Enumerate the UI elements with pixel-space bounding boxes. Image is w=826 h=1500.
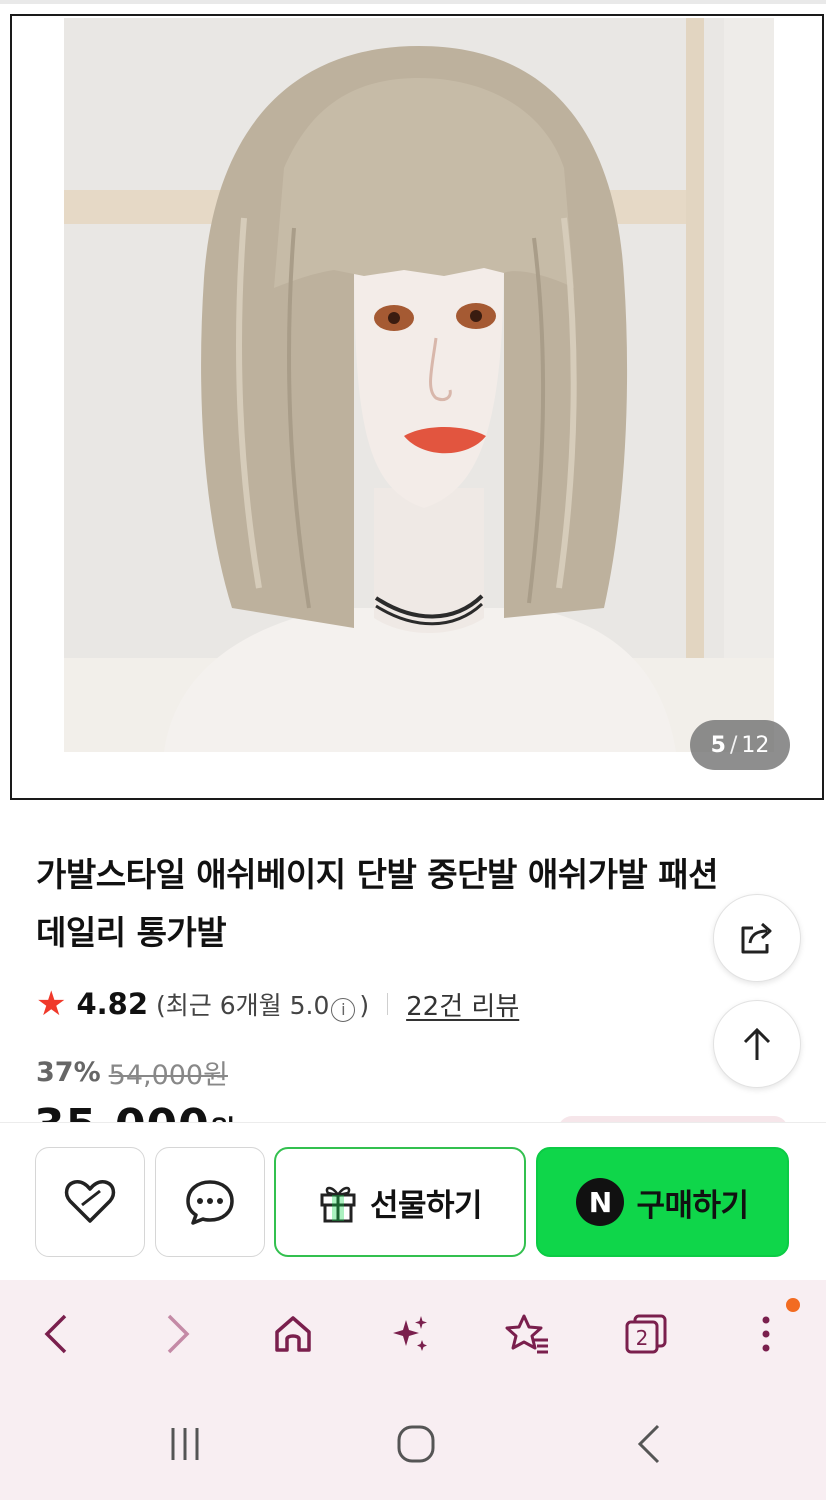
naver-pay-icon: N (576, 1178, 625, 1226)
buy-button[interactable]: N 구매하기 (536, 1147, 789, 1257)
scroll-to-top-button[interactable] (713, 1000, 801, 1088)
image-page-counter: 5 / 12 (690, 720, 790, 770)
browser-back-button[interactable] (24, 1302, 88, 1366)
info-icon[interactable]: i (331, 997, 356, 1022)
review-count-link[interactable]: 22건 리뷰 (406, 986, 519, 1023)
home-icon (275, 1316, 311, 1352)
star-list-icon (505, 1314, 548, 1354)
system-back-button[interactable] (614, 1412, 684, 1476)
browser-bookmarks-button[interactable] (496, 1302, 560, 1366)
sparkles-icon (393, 1316, 427, 1351)
top-divider (0, 0, 826, 4)
sale-price-container: 35,000원 (34, 1096, 334, 1124)
image-total-count: 12 (741, 732, 770, 758)
chevron-left-icon (44, 1314, 67, 1354)
product-title: 가발스타일 애쉬베이지 단발 중단발 애쉬가발 패션 데일리 통가발 (36, 846, 776, 962)
tabs-count: 2 (636, 1326, 649, 1350)
menu-notification-dot (786, 1298, 800, 1312)
purchase-action-bar: 선물하기 N 구매하기 (0, 1122, 826, 1280)
system-home-button[interactable] (381, 1412, 451, 1476)
share-button[interactable] (713, 894, 801, 982)
chat-icon (186, 1180, 234, 1225)
product-image-gallery[interactable]: 5 / 12 (10, 14, 824, 800)
price-row: 37% 54,000원 (36, 1052, 228, 1092)
gift-icon (320, 1186, 356, 1223)
product-title-line2: 데일리 통가발 (36, 913, 227, 952)
recent-rating-close: ) (359, 991, 370, 1020)
heart-icon (64, 1180, 116, 1223)
arrow-up-icon (743, 1027, 771, 1060)
browser-ai-button[interactable] (378, 1302, 442, 1366)
image-current-index: 5 (710, 732, 726, 758)
tabs-icon: 2 (625, 1314, 667, 1354)
product-title-line1: 가발스타일 애쉬베이지 단발 중단발 애쉬가발 패션 (36, 855, 719, 894)
more-vertical-icon (762, 1316, 770, 1352)
gift-button[interactable]: 선물하기 (274, 1147, 526, 1257)
browser-home-button[interactable] (261, 1302, 325, 1366)
browser-menu-button[interactable] (734, 1302, 798, 1366)
wig-mannequin-image (64, 18, 774, 752)
gift-button-label: 선물하기 (369, 1187, 483, 1224)
rounded-square-icon (397, 1425, 435, 1463)
browser-tabs-button[interactable]: 2 (614, 1302, 678, 1366)
recent-rating-text: (최근 6개월 5.0 (156, 991, 330, 1020)
image-counter-separator: / (729, 732, 738, 758)
rating-score: 4.82 (76, 987, 149, 1021)
rating-divider (387, 993, 389, 1015)
product-photo[interactable] (64, 18, 774, 752)
sale-price-value: 35,000 (34, 1100, 210, 1124)
buy-button-label: 구매하기 (636, 1187, 749, 1224)
discount-rate: 37% (36, 1056, 101, 1088)
sale-price: 35,000원 (34, 1096, 334, 1124)
recent-rating[interactable]: (최근 6개월 5.0 i) (156, 986, 369, 1022)
chevron-left-icon (637, 1424, 660, 1464)
share-icon (741, 922, 772, 954)
recent-apps-icon (171, 1428, 199, 1460)
rating-row: ★ 4.82 (최근 6개월 5.0 i) 22건 리뷰 (36, 980, 519, 1028)
recent-apps-button[interactable] (150, 1412, 220, 1476)
wishlist-button[interactable] (35, 1147, 145, 1257)
chat-inquiry-button[interactable] (155, 1147, 265, 1257)
rating-star-icon: ★ (36, 984, 67, 1024)
browser-toolbar: 2 (0, 1280, 826, 1390)
browser-forward-button[interactable] (146, 1302, 210, 1366)
system-navigation-bar (0, 1390, 826, 1500)
chevron-right-icon (167, 1314, 190, 1354)
original-price: 54,000원 (108, 1059, 228, 1091)
